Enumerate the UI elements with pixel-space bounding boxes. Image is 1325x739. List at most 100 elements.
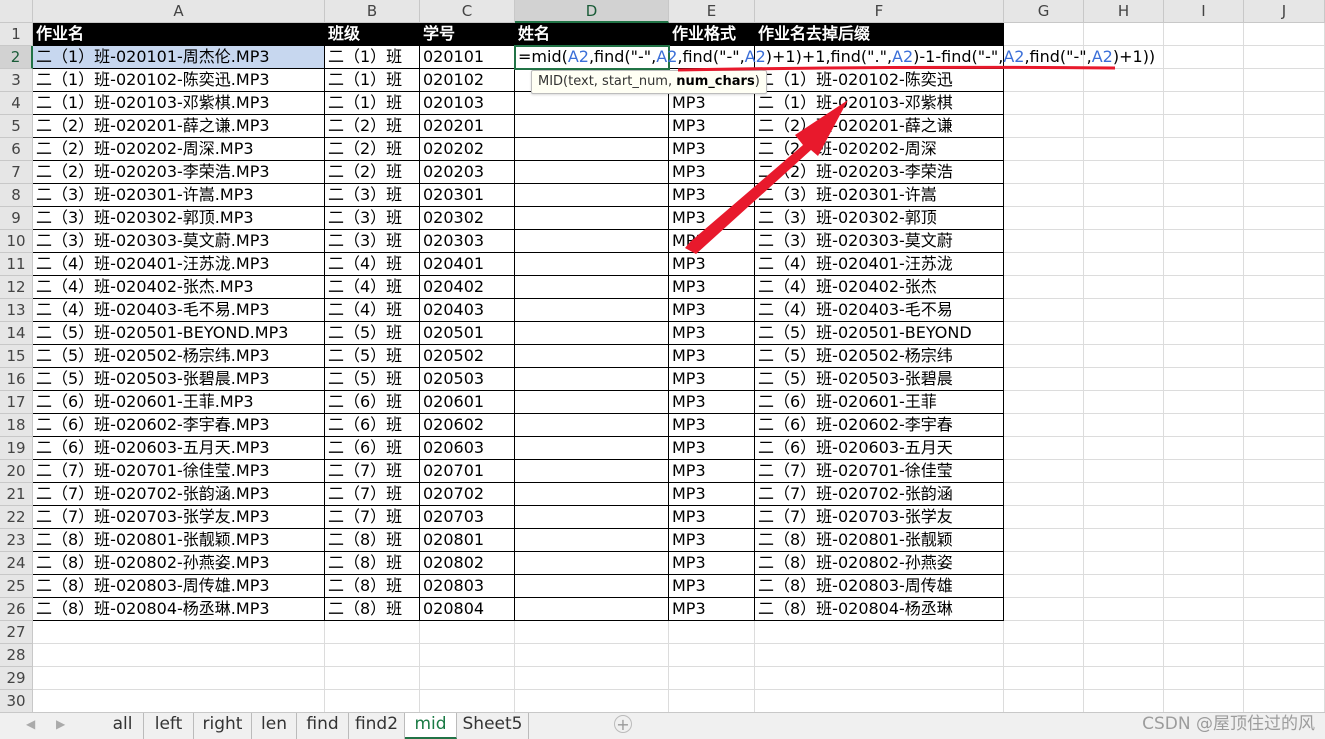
cell-E18[interactable]: MP3	[669, 414, 755, 437]
cell-A9[interactable]: 二（3）班-020302-郭顶.MP3	[33, 207, 325, 230]
cell-H28[interactable]	[1084, 644, 1164, 667]
cell-C3[interactable]: 020102	[420, 69, 515, 92]
sheet-tab-len[interactable]: len	[252, 713, 297, 739]
cell-B24[interactable]: 二（8）班	[325, 552, 420, 575]
cell-D19[interactable]	[515, 437, 669, 460]
cell-A27[interactable]	[33, 621, 325, 644]
cell-B1[interactable]: 班级	[325, 23, 420, 46]
row-header-28[interactable]: 28	[0, 644, 33, 667]
cell-G14[interactable]	[1004, 322, 1084, 345]
cell-D1[interactable]: 姓名	[515, 23, 669, 46]
cell-A20[interactable]: 二（7）班-020701-徐佳莹.MP3	[33, 460, 325, 483]
cell-H4[interactable]	[1084, 92, 1164, 115]
row-header-14[interactable]: 14	[0, 322, 33, 345]
cell-A7[interactable]: 二（2）班-020203-李荣浩.MP3	[33, 161, 325, 184]
sheet-tab-all[interactable]: all	[102, 713, 144, 739]
row-header-6[interactable]: 6	[0, 138, 33, 161]
cell-B7[interactable]: 二（2）班	[325, 161, 420, 184]
sheet-tab-find2[interactable]: find2	[349, 713, 405, 739]
cell-D7[interactable]	[515, 161, 669, 184]
cell-I24[interactable]	[1164, 552, 1244, 575]
cell-B10[interactable]: 二（3）班	[325, 230, 420, 253]
cell-C16[interactable]: 020503	[420, 368, 515, 391]
cell-H5[interactable]	[1084, 115, 1164, 138]
cell-F23[interactable]: 二（8）班-020801-张靓颖	[755, 529, 1004, 552]
cell-F26[interactable]: 二（8）班-020804-杨丞琳	[755, 598, 1004, 621]
cell-E28[interactable]	[669, 644, 755, 667]
cell-B25[interactable]: 二（8）班	[325, 575, 420, 598]
cell-C26[interactable]: 020804	[420, 598, 515, 621]
cell-I5[interactable]	[1164, 115, 1244, 138]
cell-A11[interactable]: 二（4）班-020401-汪苏泷.MP3	[33, 253, 325, 276]
cell-I2[interactable]	[1164, 46, 1244, 69]
cell-grid[interactable]: 作业名 班级 学号 姓名 作业格式 作业名去掉后缀 二（1）班-020101-周杰伦.MP3…	[33, 23, 1325, 713]
cell-E22[interactable]: MP3	[669, 506, 755, 529]
cell-E29[interactable]	[669, 667, 755, 690]
cell-D10[interactable]	[515, 230, 669, 253]
cell-D14[interactable]	[515, 322, 669, 345]
cell-B4[interactable]: 二（1）班	[325, 92, 420, 115]
cell-J7[interactable]	[1244, 161, 1325, 184]
cell-B15[interactable]: 二（5）班	[325, 345, 420, 368]
cell-F25[interactable]: 二（8）班-020803-周传雄	[755, 575, 1004, 598]
row-header-18[interactable]: 18	[0, 414, 33, 437]
cell-J6[interactable]	[1244, 138, 1325, 161]
cell-B21[interactable]: 二（7）班	[325, 483, 420, 506]
cell-A21[interactable]: 二（7）班-020702-张韵涵.MP3	[33, 483, 325, 506]
cell-A15[interactable]: 二（5）班-020502-杨宗纬.MP3	[33, 345, 325, 368]
cell-H3[interactable]	[1084, 69, 1164, 92]
cell-B27[interactable]	[325, 621, 420, 644]
cell-D9[interactable]	[515, 207, 669, 230]
row-header-17[interactable]: 17	[0, 391, 33, 414]
cell-F15[interactable]: 二（5）班-020502-杨宗纬	[755, 345, 1004, 368]
cell-J29[interactable]	[1244, 667, 1325, 690]
cell-F29[interactable]	[755, 667, 1004, 690]
row-header-12[interactable]: 12	[0, 276, 33, 299]
row-header-3[interactable]: 3	[0, 69, 33, 92]
cell-J15[interactable]	[1244, 345, 1325, 368]
cell-G30[interactable]	[1004, 690, 1084, 713]
cell-H22[interactable]	[1084, 506, 1164, 529]
cell-C28[interactable]	[420, 644, 515, 667]
row-header-30[interactable]: 30	[0, 690, 33, 713]
cell-E20[interactable]: MP3	[669, 460, 755, 483]
column-header-J[interactable]: J	[1244, 0, 1325, 23]
cell-J2[interactable]	[1244, 46, 1325, 69]
cell-B17[interactable]: 二（6）班	[325, 391, 420, 414]
cell-D23[interactable]	[515, 529, 669, 552]
cell-A23[interactable]: 二（8）班-020801-张靓颖.MP3	[33, 529, 325, 552]
cell-C10[interactable]: 020303	[420, 230, 515, 253]
cell-H18[interactable]	[1084, 414, 1164, 437]
cell-B19[interactable]: 二（6）班	[325, 437, 420, 460]
cell-B23[interactable]: 二（8）班	[325, 529, 420, 552]
cell-E23[interactable]: MP3	[669, 529, 755, 552]
cell-C27[interactable]	[420, 621, 515, 644]
cell-H26[interactable]	[1084, 598, 1164, 621]
cell-B5[interactable]: 二（2）班	[325, 115, 420, 138]
cell-I13[interactable]	[1164, 299, 1244, 322]
cell-G26[interactable]	[1004, 598, 1084, 621]
cell-J24[interactable]	[1244, 552, 1325, 575]
column-header-H[interactable]: H	[1084, 0, 1164, 23]
cell-E9[interactable]: MP3	[669, 207, 755, 230]
row-header-23[interactable]: 23	[0, 529, 33, 552]
cell-H27[interactable]	[1084, 621, 1164, 644]
cell-G18[interactable]	[1004, 414, 1084, 437]
cell-C4[interactable]: 020103	[420, 92, 515, 115]
cell-G16[interactable]	[1004, 368, 1084, 391]
cell-I19[interactable]	[1164, 437, 1244, 460]
cell-G15[interactable]	[1004, 345, 1084, 368]
cell-A30[interactable]	[33, 690, 325, 713]
cell-G12[interactable]	[1004, 276, 1084, 299]
cell-F22[interactable]: 二（7）班-020703-张学友	[755, 506, 1004, 529]
cell-F10[interactable]: 二（3）班-020303-莫文蔚	[755, 230, 1004, 253]
cell-D5[interactable]	[515, 115, 669, 138]
cell-F6[interactable]: 二（2）班-020202-周深	[755, 138, 1004, 161]
cell-A16[interactable]: 二（5）班-020503-张碧晨.MP3	[33, 368, 325, 391]
cell-H24[interactable]	[1084, 552, 1164, 575]
cell-G28[interactable]	[1004, 644, 1084, 667]
cell-E13[interactable]: MP3	[669, 299, 755, 322]
cell-D29[interactable]	[515, 667, 669, 690]
cell-J14[interactable]	[1244, 322, 1325, 345]
cell-C19[interactable]: 020603	[420, 437, 515, 460]
